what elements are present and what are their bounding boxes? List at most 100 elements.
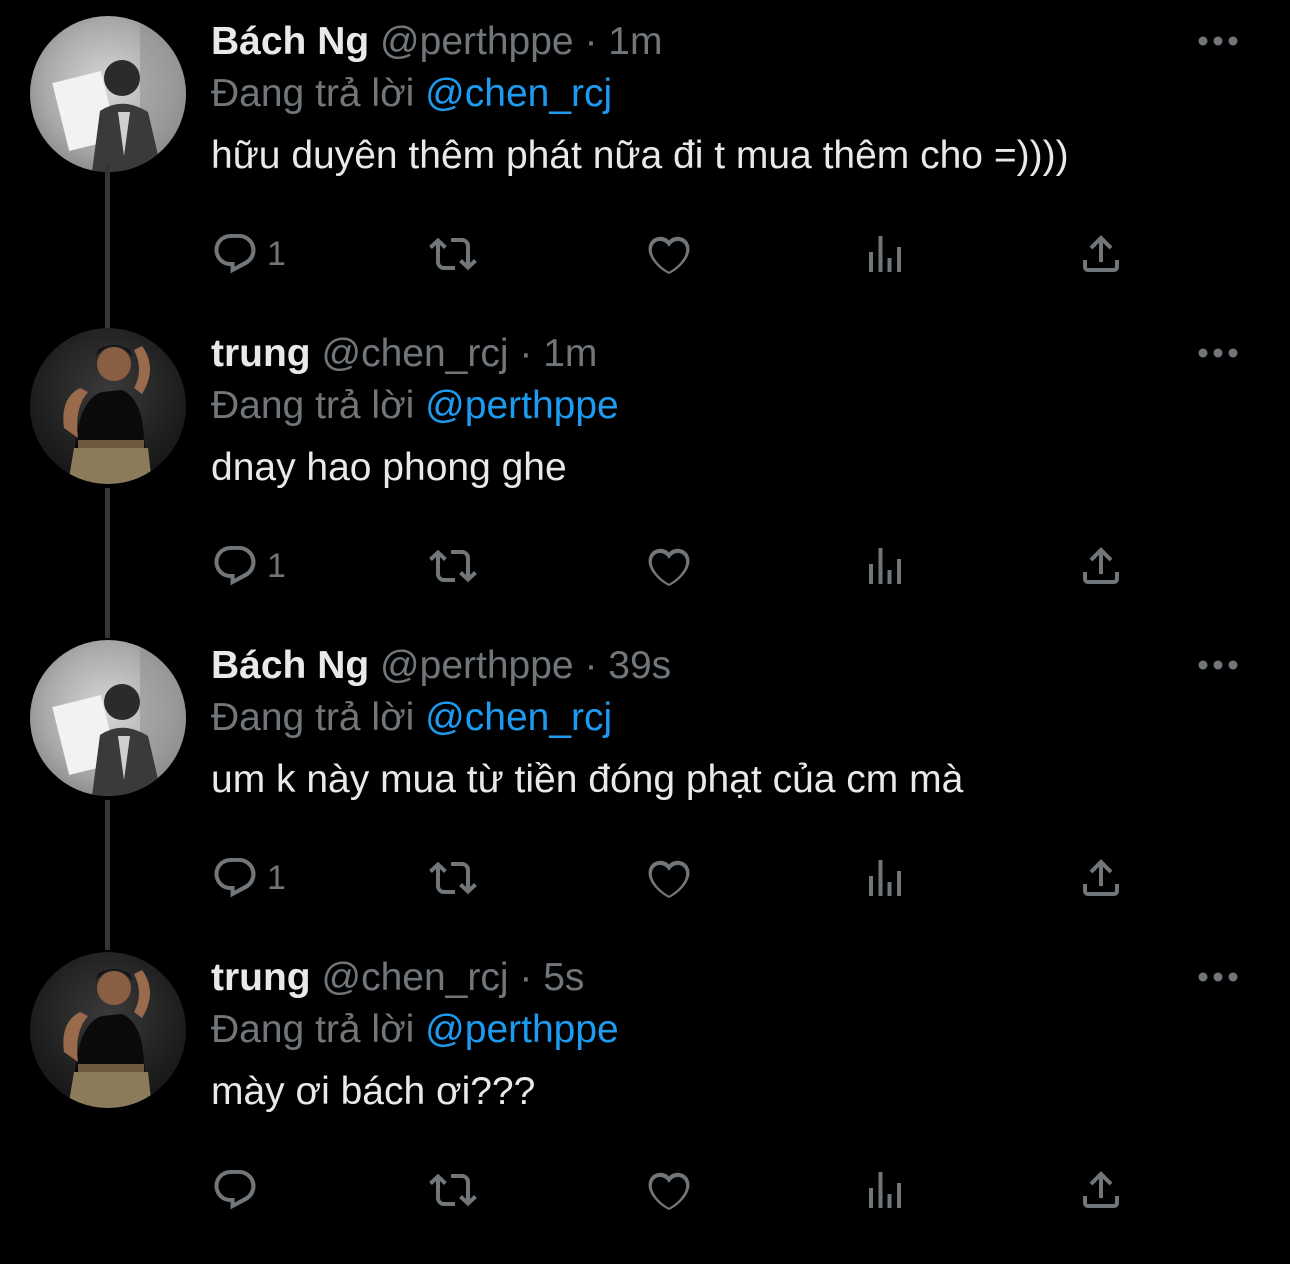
tweet-header: trung @chen_rcj · 1m	[211, 328, 1250, 380]
heart-icon	[648, 1172, 690, 1211]
replying-to: Đang trả lời @perthppe	[211, 1004, 1250, 1056]
user-handle[interactable]: @perthppe	[380, 20, 574, 63]
mention-link[interactable]: @chen_rcj	[425, 696, 612, 739]
more-button[interactable]	[1198, 970, 1238, 984]
views-button[interactable]	[861, 228, 909, 280]
views-button[interactable]	[861, 852, 909, 904]
reply-button[interactable]	[211, 1164, 267, 1216]
views-button[interactable]	[861, 1164, 909, 1216]
share-icon	[1083, 547, 1119, 584]
mention-link[interactable]: @chen_rcj	[425, 72, 612, 115]
more-icon	[1198, 36, 1238, 46]
timestamp[interactable]: 1m	[543, 332, 597, 375]
avatar[interactable]	[30, 328, 186, 484]
avatar-photo	[63, 345, 152, 484]
avatar[interactable]	[30, 16, 186, 172]
mention-link[interactable]: @perthppe	[425, 1008, 619, 1051]
reply-button[interactable]: 1	[211, 540, 286, 592]
tweet[interactable]: trung @chen_rcj · 1m Đang trả lời @perth…	[0, 164, 1290, 640]
like-button[interactable]	[645, 852, 693, 904]
user-handle[interactable]: @perthppe	[380, 644, 574, 687]
retweet-button[interactable]	[429, 228, 477, 280]
tweet-text: mày ơi bách ơi???	[211, 1070, 536, 1113]
avatar[interactable]	[30, 640, 186, 796]
views-icon	[869, 236, 901, 272]
avatar-photo	[52, 640, 186, 796]
display-name[interactable]: trung	[211, 956, 311, 999]
more-button[interactable]	[1198, 346, 1238, 360]
action-bar: 1	[211, 852, 1131, 904]
share-button[interactable]	[1077, 228, 1125, 280]
tweet-text: hữu duyên thêm phát nữa đi t mua thêm ch…	[211, 134, 1069, 177]
replying-to-label: Đang trả lời	[211, 72, 415, 115]
user-handle[interactable]: @chen_rcj	[321, 332, 508, 375]
views-icon	[869, 860, 901, 896]
retweet-button[interactable]	[429, 540, 477, 592]
tweet-header: trung @chen_rcj · 5s	[211, 952, 1250, 1004]
more-icon	[1198, 972, 1238, 982]
tweet[interactable]: trung @chen_rcj · 5s Đang trả lời @perth…	[0, 952, 1290, 1264]
share-icon	[1083, 1171, 1119, 1208]
more-icon	[1198, 660, 1238, 670]
separator-dot: ·	[584, 20, 598, 63]
replying-to-label: Đang trả lời	[211, 1008, 415, 1051]
retweet-button[interactable]	[429, 1164, 477, 1216]
reply-icon	[214, 1170, 256, 1210]
more-button[interactable]	[1198, 34, 1238, 48]
thread-connector	[105, 800, 110, 950]
separator-dot: ·	[519, 332, 533, 375]
avatar-photo	[52, 16, 186, 172]
reply-icon	[214, 546, 256, 586]
retweet-icon	[429, 861, 477, 895]
heart-icon	[648, 548, 690, 587]
action-bar	[211, 1164, 1131, 1216]
retweet-icon	[429, 549, 477, 583]
reply-count: 1	[267, 858, 286, 897]
views-button[interactable]	[861, 540, 909, 592]
timestamp[interactable]: 1m	[608, 20, 662, 63]
tweet-text: dnay hao phong ghe	[211, 446, 567, 489]
timestamp[interactable]: 5s	[543, 956, 584, 999]
reply-thread: Bách Ng @perthppe · 1m Đang trả lời @che…	[0, 0, 1290, 1232]
replying-to: Đang trả lời @chen_rcj	[211, 68, 1250, 120]
views-icon	[869, 548, 901, 584]
replying-to: Đang trả lời @chen_rcj	[211, 692, 1250, 744]
display-name[interactable]: Bách Ng	[211, 644, 369, 687]
share-button[interactable]	[1077, 852, 1125, 904]
reply-count: 1	[267, 234, 286, 273]
reply-icon	[214, 858, 256, 898]
avatar[interactable]	[30, 952, 186, 1108]
user-handle[interactable]: @chen_rcj	[321, 956, 508, 999]
like-button[interactable]	[645, 540, 693, 592]
tweet-header: Bách Ng @perthppe · 39s	[211, 640, 1250, 692]
tweet[interactable]: Bách Ng @perthppe · 39s Đang trả lời @ch…	[0, 640, 1290, 952]
display-name[interactable]: trung	[211, 332, 311, 375]
heart-icon	[648, 860, 690, 899]
views-icon	[869, 1172, 901, 1208]
mention-link[interactable]: @perthppe	[425, 384, 619, 427]
thread-connector	[105, 488, 110, 638]
retweet-icon	[429, 237, 477, 271]
more-icon	[1198, 348, 1238, 358]
replying-to: Đang trả lời @perthppe	[211, 380, 1250, 432]
retweet-button[interactable]	[429, 852, 477, 904]
like-button[interactable]	[645, 228, 693, 280]
action-bar: 1	[211, 540, 1131, 592]
reply-count: 1	[267, 546, 286, 585]
more-button[interactable]	[1198, 658, 1238, 672]
like-button[interactable]	[645, 1164, 693, 1216]
avatar-photo	[63, 969, 152, 1108]
reply-icon	[214, 234, 256, 274]
timestamp[interactable]: 39s	[608, 644, 671, 687]
replying-to-label: Đang trả lời	[211, 384, 415, 427]
share-button[interactable]	[1077, 1164, 1125, 1216]
separator-dot: ·	[519, 956, 533, 999]
separator-dot: ·	[584, 644, 598, 687]
share-button[interactable]	[1077, 540, 1125, 592]
reply-button[interactable]: 1	[211, 228, 286, 280]
reply-button[interactable]: 1	[211, 852, 286, 904]
display-name[interactable]: Bách Ng	[211, 20, 369, 63]
tweet[interactable]: Bách Ng @perthppe · 1m Đang trả lời @che…	[0, 16, 1290, 336]
tweet-header: Bách Ng @perthppe · 1m	[211, 16, 1250, 68]
thread-connector	[105, 164, 110, 324]
